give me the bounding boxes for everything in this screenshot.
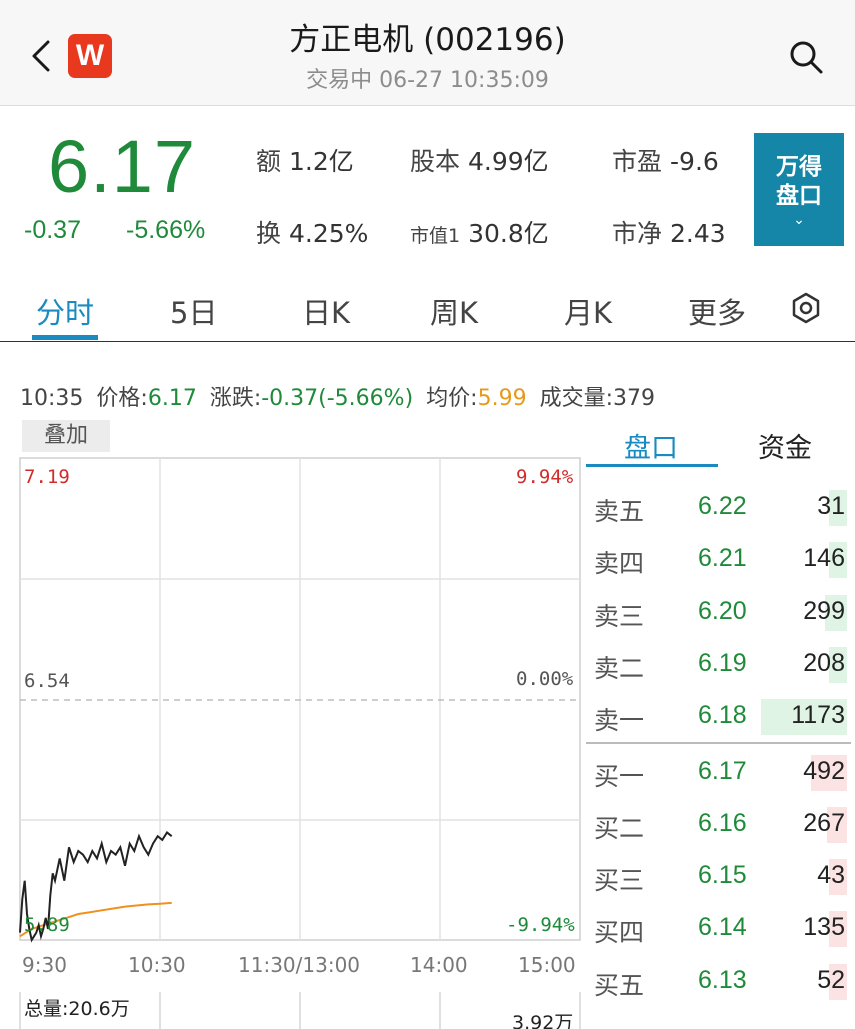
tab-more[interactable]: 更多 <box>688 290 746 332</box>
wind-orderbook-button[interactable]: 万得 盘口 ⌄ <box>754 133 844 246</box>
level-name: 卖三 <box>594 601 645 631</box>
level-name: 卖二 <box>594 653 645 683</box>
orderbook-divider <box>586 742 851 744</box>
total-volume: 总量:20.6万 <box>24 998 130 1020</box>
stat-pb: 市净 2.43 <box>612 219 726 248</box>
chart-period-tabs: 分时 5日 日K 周K 月K 更多 <box>0 280 855 342</box>
level-name: 买三 <box>594 866 645 896</box>
level-price: 6.16 <box>698 808 747 837</box>
level-name: 买五 <box>594 970 645 1000</box>
level-price: 6.21 <box>698 544 747 573</box>
level-price: 6.18 <box>698 701 747 730</box>
level-quantity: 1173 <box>791 701 845 730</box>
orderbook-row-sell-4[interactable]: 卖二 6.19 208 <box>586 639 851 691</box>
x-axis-label: 10:30 <box>128 953 186 977</box>
tab-weekly-k[interactable]: 周K <box>430 290 478 332</box>
level-price: 6.22 <box>698 492 747 520</box>
level-quantity: 267 <box>803 808 845 837</box>
level-name: 买一 <box>594 761 645 791</box>
orderbook-row-buy-4[interactable]: 买四 6.14 135 <box>586 903 851 955</box>
level-price: 6.13 <box>698 965 747 994</box>
x-axis-label: 15:00 <box>518 953 576 977</box>
x-axis-label: 14:00 <box>410 953 468 977</box>
tab-monthly-k[interactable]: 月K <box>564 290 612 332</box>
level-quantity: 208 <box>803 648 845 677</box>
crosshair-info: 10:35 价格:6.17 涨跌:-0.37(-5.66%) 均价:5.99 成… <box>20 386 655 411</box>
price-change: -0.37 <box>24 216 81 244</box>
y-axis-max-pct: 9.94% <box>516 466 574 488</box>
orderbook-row-buy-5[interactable]: 买五 6.13 52 <box>586 956 851 1008</box>
tab-orderbook[interactable]: 盘口 <box>624 426 678 465</box>
level-quantity: 146 <box>803 544 845 573</box>
y-axis-zero-pct: 0.00% <box>516 668 574 690</box>
level-price: 6.15 <box>698 861 747 890</box>
stat-turnover: 换 4.25% <box>256 219 369 248</box>
tab-daily-k[interactable]: 日K <box>302 290 350 332</box>
intraday-chart[interactable] <box>0 415 586 1029</box>
price-change-pct: -5.66% <box>126 216 206 244</box>
level-name: 买二 <box>594 813 645 843</box>
current-price: 6.17 <box>48 125 197 208</box>
volume-axis-max: 3.92万 <box>512 1012 574 1029</box>
level-price: 6.14 <box>698 913 747 942</box>
active-tab-indicator <box>32 335 98 340</box>
y-axis-max-price: 7.19 <box>24 466 70 488</box>
stock-title: 方正电机 (002196) <box>289 22 566 58</box>
level-quantity: 43 <box>817 861 845 890</box>
y-axis-min-pct: -9.94% <box>506 914 575 936</box>
y-axis-min-price: 5.89 <box>24 914 70 936</box>
orderbook-row-sell-3[interactable]: 卖三 6.20 299 <box>586 587 851 639</box>
level-name: 卖一 <box>594 706 645 736</box>
level-name: 卖五 <box>594 497 645 526</box>
x-axis-label: 11:30/13:00 <box>238 953 361 977</box>
x-axis-label: 9:30 <box>22 953 67 977</box>
y-axis-pre-close: 6.54 <box>24 670 70 692</box>
orderbook-row-sell-1[interactable]: 卖五 6.22 31 <box>586 482 851 534</box>
orderbook-row-sell-2[interactable]: 卖四 6.21 146 <box>586 534 851 586</box>
orderbook-row-buy-1[interactable]: 买一 6.17 492 <box>586 747 851 799</box>
level-price: 6.20 <box>698 596 747 625</box>
nav-header: W 方正电机 (002196) 交易中 06-27 10:35:09 <box>0 0 855 106</box>
level-quantity: 299 <box>803 596 845 625</box>
orderbook-row-buy-3[interactable]: 买三 6.15 43 <box>586 851 851 903</box>
tab-capital-flow[interactable]: 资金 <box>758 426 812 465</box>
level-quantity: 31 <box>817 492 845 520</box>
level-quantity: 52 <box>817 965 845 994</box>
search-icon[interactable] <box>787 38 825 76</box>
orderbook-row-sell-5[interactable]: 卖一 6.18 1173 <box>586 691 851 743</box>
level-quantity: 492 <box>803 756 845 785</box>
orderbook-tab-indicator <box>586 464 718 467</box>
tab-5day[interactable]: 5日 <box>170 290 217 332</box>
orderbook-row-buy-2[interactable]: 买二 6.16 267 <box>586 799 851 851</box>
overlay-button[interactable]: 叠加 <box>22 420 110 452</box>
level-price: 6.19 <box>698 648 747 677</box>
stat-share-capital: 股本 4.99亿 <box>410 147 549 176</box>
settings-icon[interactable] <box>790 292 822 324</box>
stat-amount: 额 1.2亿 <box>256 147 354 176</box>
trading-status: 交易中 06-27 10:35:09 <box>306 68 549 93</box>
chevron-down-icon: ⌄ <box>793 212 805 228</box>
level-name: 买四 <box>594 918 645 948</box>
tab-intraday[interactable]: 分时 <box>36 290 94 332</box>
level-price: 6.17 <box>698 756 747 785</box>
level-name: 卖四 <box>594 549 645 579</box>
stat-pe: 市盈 -9.6 <box>612 147 719 176</box>
level-quantity: 135 <box>803 913 845 942</box>
stat-market-cap: 市值1 30.8亿 <box>410 219 549 248</box>
